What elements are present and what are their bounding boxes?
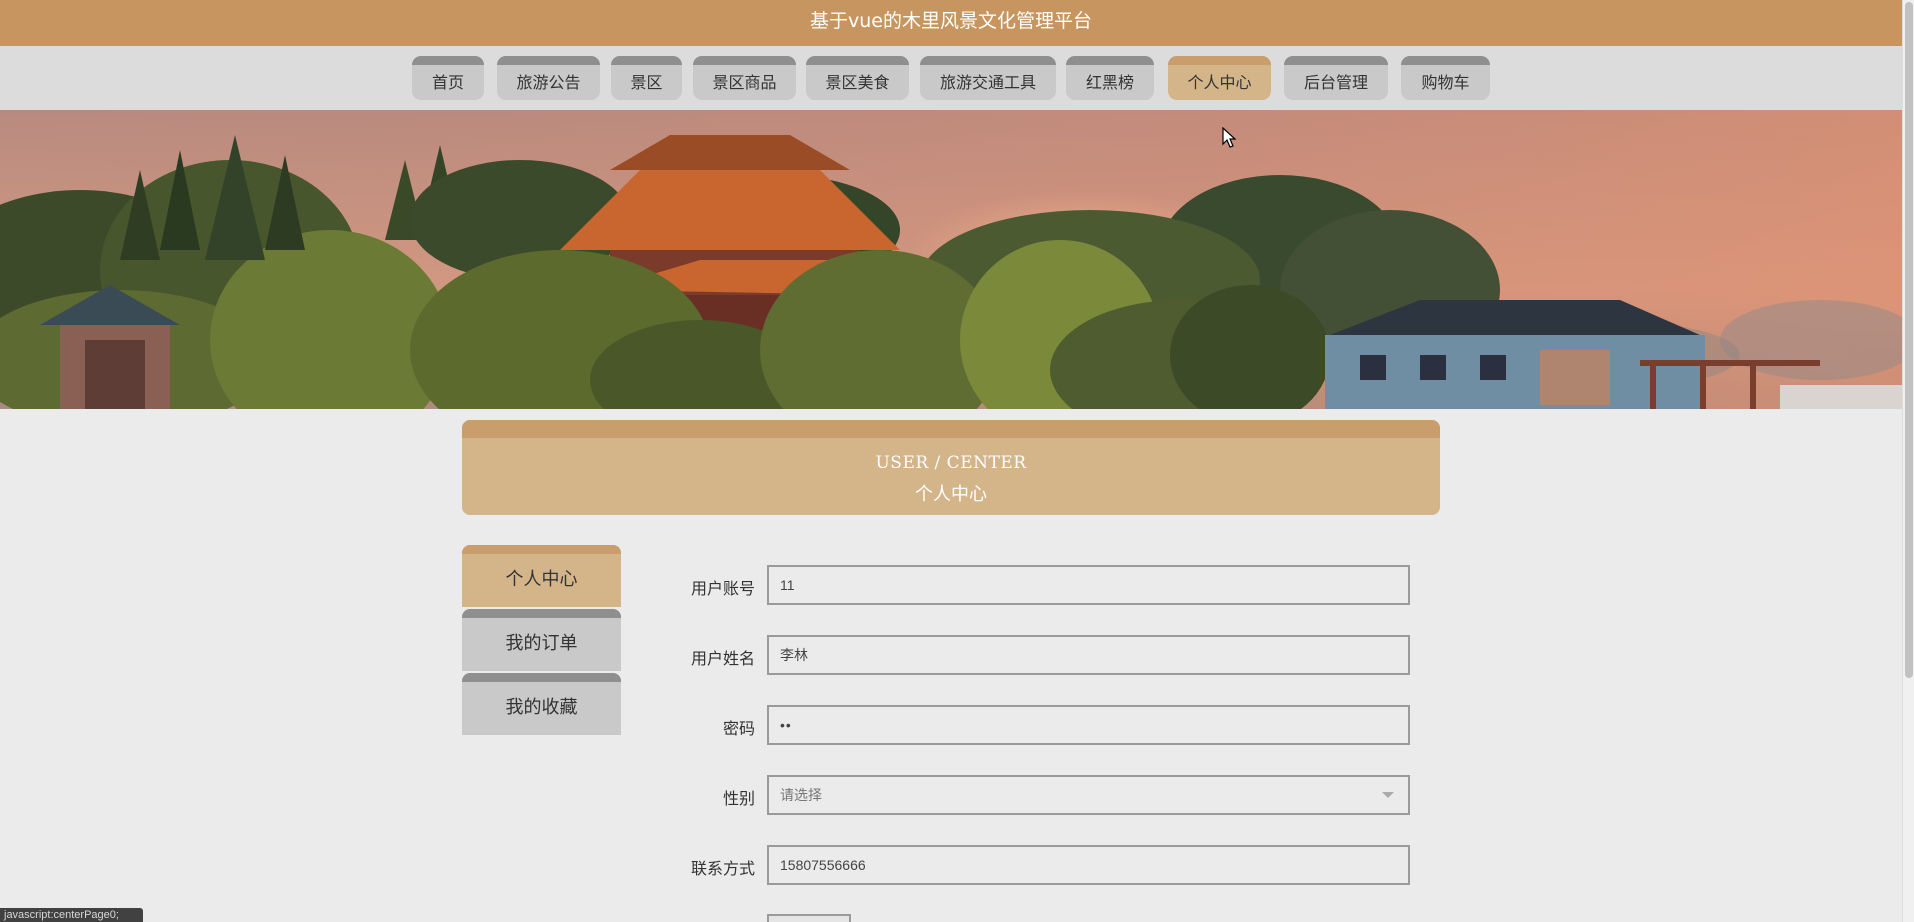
top-header-bar: 基于vue的木里风景文化管理平台 bbox=[0, 0, 1902, 46]
nav-user-center[interactable]: 个人中心 bbox=[1168, 56, 1271, 100]
nav-scenic-areas[interactable]: 景区 bbox=[611, 56, 682, 100]
nav-transport[interactable]: 旅游交通工具 bbox=[920, 56, 1056, 100]
name-input[interactable]: 李林 bbox=[767, 635, 1410, 675]
password-input[interactable]: •• bbox=[767, 705, 1410, 745]
form-row-password: 密码 •• bbox=[660, 705, 1410, 745]
nav-scenic-food[interactable]: 景区美食 bbox=[806, 56, 909, 100]
account-label: 用户账号 bbox=[690, 579, 755, 598]
site-title: 基于vue的木里风景文化管理平台 bbox=[810, 10, 1092, 32]
sidebar-item-label: 我的收藏 bbox=[505, 697, 578, 718]
password-label: 密码 bbox=[722, 719, 755, 738]
nav-label: 景区商品 bbox=[712, 73, 777, 92]
name-label: 用户姓名 bbox=[690, 649, 755, 668]
section-title-en: USER / CENTER bbox=[875, 453, 1027, 473]
sidebar-item-label: 我的订单 bbox=[505, 633, 578, 654]
sidebar-item-my-favorites[interactable]: 我的收藏 bbox=[462, 673, 621, 735]
nav-announcements[interactable]: 旅游公告 bbox=[497, 56, 600, 100]
nav-label: 红黑榜 bbox=[1085, 73, 1134, 92]
page-scrollbar[interactable] bbox=[1902, 0, 1914, 922]
chevron-down-icon bbox=[1382, 792, 1394, 798]
nav-label: 购物车 bbox=[1421, 73, 1470, 92]
nav-label: 旅游公告 bbox=[516, 73, 581, 92]
account-input[interactable]: 11 bbox=[767, 565, 1410, 605]
gender-select-placeholder: 请选择 bbox=[780, 787, 822, 803]
status-bar-url: javascript:centerPage0; bbox=[0, 908, 143, 922]
gender-select[interactable]: 请选择 bbox=[767, 775, 1410, 815]
form-row-phone: 联系方式 15807556666 bbox=[660, 845, 1410, 885]
form-row-name: 用户姓名 李林 bbox=[660, 635, 1410, 675]
sidebar-item-my-orders[interactable]: 我的订单 bbox=[462, 609, 621, 671]
nav-label: 景区 bbox=[630, 73, 663, 92]
sidebar-item-user-center[interactable]: 个人中心 bbox=[462, 545, 621, 607]
nav-label: 景区美食 bbox=[825, 73, 890, 92]
nav-label: 个人中心 bbox=[1187, 73, 1252, 92]
nav-home[interactable]: 首页 bbox=[412, 56, 484, 100]
nav-admin[interactable]: 后台管理 bbox=[1284, 56, 1388, 100]
avatar-upload-button[interactable] bbox=[767, 914, 851, 922]
form-row-gender: 性别 请选择 bbox=[660, 775, 1410, 815]
nav-label: 首页 bbox=[431, 73, 464, 92]
gender-label: 性别 bbox=[722, 789, 755, 808]
nav-label: 后台管理 bbox=[1303, 73, 1368, 92]
nav-red-black-list[interactable]: 红黑榜 bbox=[1066, 56, 1154, 100]
phone-input[interactable]: 15807556666 bbox=[767, 845, 1410, 885]
scrollbar-thumb[interactable] bbox=[1905, 2, 1913, 678]
sidebar-item-label: 个人中心 bbox=[505, 569, 578, 590]
phone-label: 联系方式 bbox=[690, 859, 755, 878]
scenic-banner-image bbox=[0, 110, 1902, 409]
user-center-header: USER / CENTER 个人中心 bbox=[462, 420, 1440, 515]
main-nav: 首页 旅游公告 景区 景区商品 景区美食 旅游交通工具 红黑榜 个人中心 后台管… bbox=[0, 46, 1902, 110]
nav-cart[interactable]: 购物车 bbox=[1401, 56, 1490, 100]
nav-label: 旅游交通工具 bbox=[939, 73, 1036, 92]
section-title-zh: 个人中心 bbox=[915, 484, 987, 505]
mouse-cursor-icon bbox=[1222, 127, 1237, 148]
form-row-account: 用户账号 11 bbox=[660, 565, 1410, 605]
nav-scenic-products[interactable]: 景区商品 bbox=[693, 56, 796, 100]
